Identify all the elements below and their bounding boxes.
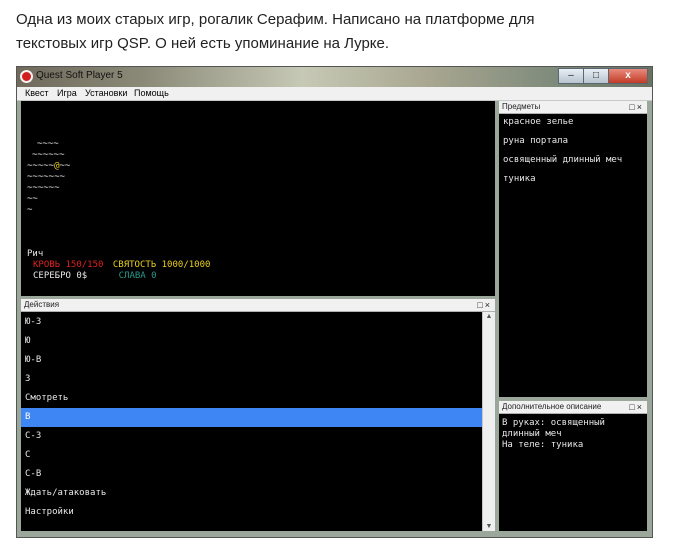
map-line: ~~~~~@~~ — [27, 161, 71, 171]
action-item-selected[interactable]: В — [21, 408, 483, 427]
action-item[interactable]: Ю — [21, 332, 483, 351]
actions-pane: Действия □× Ю-З Ю Ю-В З Смотреть В С-З С… — [21, 299, 495, 531]
action-item[interactable]: С-З — [21, 427, 483, 446]
map-display: ~~~~ ~~~~~~ ~~~~~@~~ ~~~~~~~ ~~~~~~ ~~ ~ — [27, 139, 70, 216]
desc-pane-title: Дополнительное описание — [502, 402, 602, 411]
window-title: Quest Soft Player 5 — [36, 70, 123, 81]
silver-stat: СЕРЕБРО 0$ — [33, 271, 88, 281]
menu-help[interactable]: Помощь — [134, 88, 169, 98]
app-icon — [20, 70, 33, 83]
inventory-item[interactable]: руна портала — [503, 136, 622, 155]
close-button[interactable]: x — [608, 68, 648, 84]
desc-pane-header[interactable]: Дополнительное описание □× — [499, 401, 647, 414]
map-line: ~~~~~~~ — [27, 172, 65, 182]
actions-pane-header[interactable]: Действия □× — [21, 299, 495, 312]
desc-line: длинный меч — [502, 429, 562, 439]
inventory-item[interactable]: туника — [503, 174, 622, 193]
title-bar[interactable]: Quest Soft Player 5 – □ x — [17, 67, 652, 87]
post-caption: Одна из моих старых игр, рогалик Серафим… — [16, 8, 656, 56]
pane-controls-icon[interactable]: □× — [629, 401, 644, 413]
desc-text: В руках: освященный длинный меч На теле:… — [502, 418, 605, 451]
items-pane-header[interactable]: Предметы □× — [499, 101, 647, 114]
menu-quest[interactable]: Квест — [25, 88, 49, 98]
map-line: ~~~~~~ — [32, 150, 65, 160]
actions-scrollbar[interactable]: ▲ ▼ — [482, 312, 495, 531]
pane-controls-icon[interactable]: □× — [477, 299, 492, 311]
caption-line-2: текстовых игр QSP. О ней есть упоминание… — [16, 35, 390, 52]
actions-pane-title: Действия — [24, 300, 60, 309]
character-name: Рич — [27, 249, 44, 259]
menu-game[interactable]: Игра — [57, 88, 77, 98]
action-item[interactable]: З — [21, 370, 483, 389]
menu-bar: Квест Игра Установки Помощь — [17, 87, 652, 101]
maximize-button[interactable]: □ — [583, 68, 609, 84]
inventory-item[interactable]: освященный длинный меч — [503, 155, 622, 174]
pane-controls-icon[interactable]: □× — [629, 101, 644, 113]
action-item[interactable]: С — [21, 446, 483, 465]
menu-settings[interactable]: Установки — [85, 88, 127, 98]
desc-line: На теле: туника — [502, 440, 584, 450]
status-row-1: КРОВЬ 150/150 СВЯТОСТЬ 1000/1000 — [27, 260, 210, 271]
action-item[interactable]: Смотреть — [21, 389, 483, 408]
status-row-2: СЕРЕБРО 0$ СЛАВА 0 — [27, 271, 210, 282]
minimize-button[interactable]: – — [558, 68, 584, 84]
map-line: ~~~~ — [37, 139, 59, 149]
qsp-window: Quest Soft Player 5 – □ x Квест Игра Уст… — [16, 66, 653, 538]
actions-list: Ю-З Ю Ю-В З Смотреть В С-З С С-В Ждать/а… — [21, 313, 483, 531]
extra-description-pane: Дополнительное описание □× В руках: освя… — [499, 401, 647, 531]
action-item[interactable]: Ю-З — [21, 313, 483, 332]
character-status: Рич КРОВЬ 150/150 СВЯТОСТЬ 1000/1000 СЕР… — [27, 249, 210, 282]
map-line: ~~ — [27, 194, 38, 204]
caption-line-1: Одна из моих старых игр, рогалик Серафим… — [16, 11, 535, 28]
inventory-item[interactable]: красное зелье — [503, 117, 622, 136]
items-pane-title: Предметы — [502, 102, 541, 111]
action-item[interactable]: Настройки — [21, 503, 483, 522]
map-line: ~ — [27, 205, 33, 215]
holiness-stat: СВЯТОСТЬ 1000/1000 — [112, 260, 211, 270]
action-item[interactable]: Ждать/атаковать — [21, 484, 483, 503]
main-description-pane: ~~~~ ~~~~~~ ~~~~~@~~ ~~~~~~~ ~~~~~~ ~~ ~… — [21, 101, 495, 296]
desc-line: В руках: освященный — [502, 418, 605, 428]
action-item[interactable]: Ю-В — [21, 351, 483, 370]
map-line: ~~~~~~ — [27, 183, 60, 193]
hp-stat: КРОВЬ 150/150 — [33, 260, 104, 270]
scroll-up-icon[interactable]: ▲ — [483, 313, 495, 320]
items-pane: Предметы □× красное зелье руна портала о… — [499, 101, 647, 397]
glory-stat: СЛАВА 0 — [118, 271, 157, 281]
action-item[interactable]: С-В — [21, 465, 483, 484]
player-marker: @ — [54, 161, 60, 171]
items-list: красное зелье руна портала освященный дл… — [503, 117, 622, 193]
window-controls: – □ x — [558, 68, 648, 84]
scroll-down-icon[interactable]: ▼ — [483, 523, 495, 530]
